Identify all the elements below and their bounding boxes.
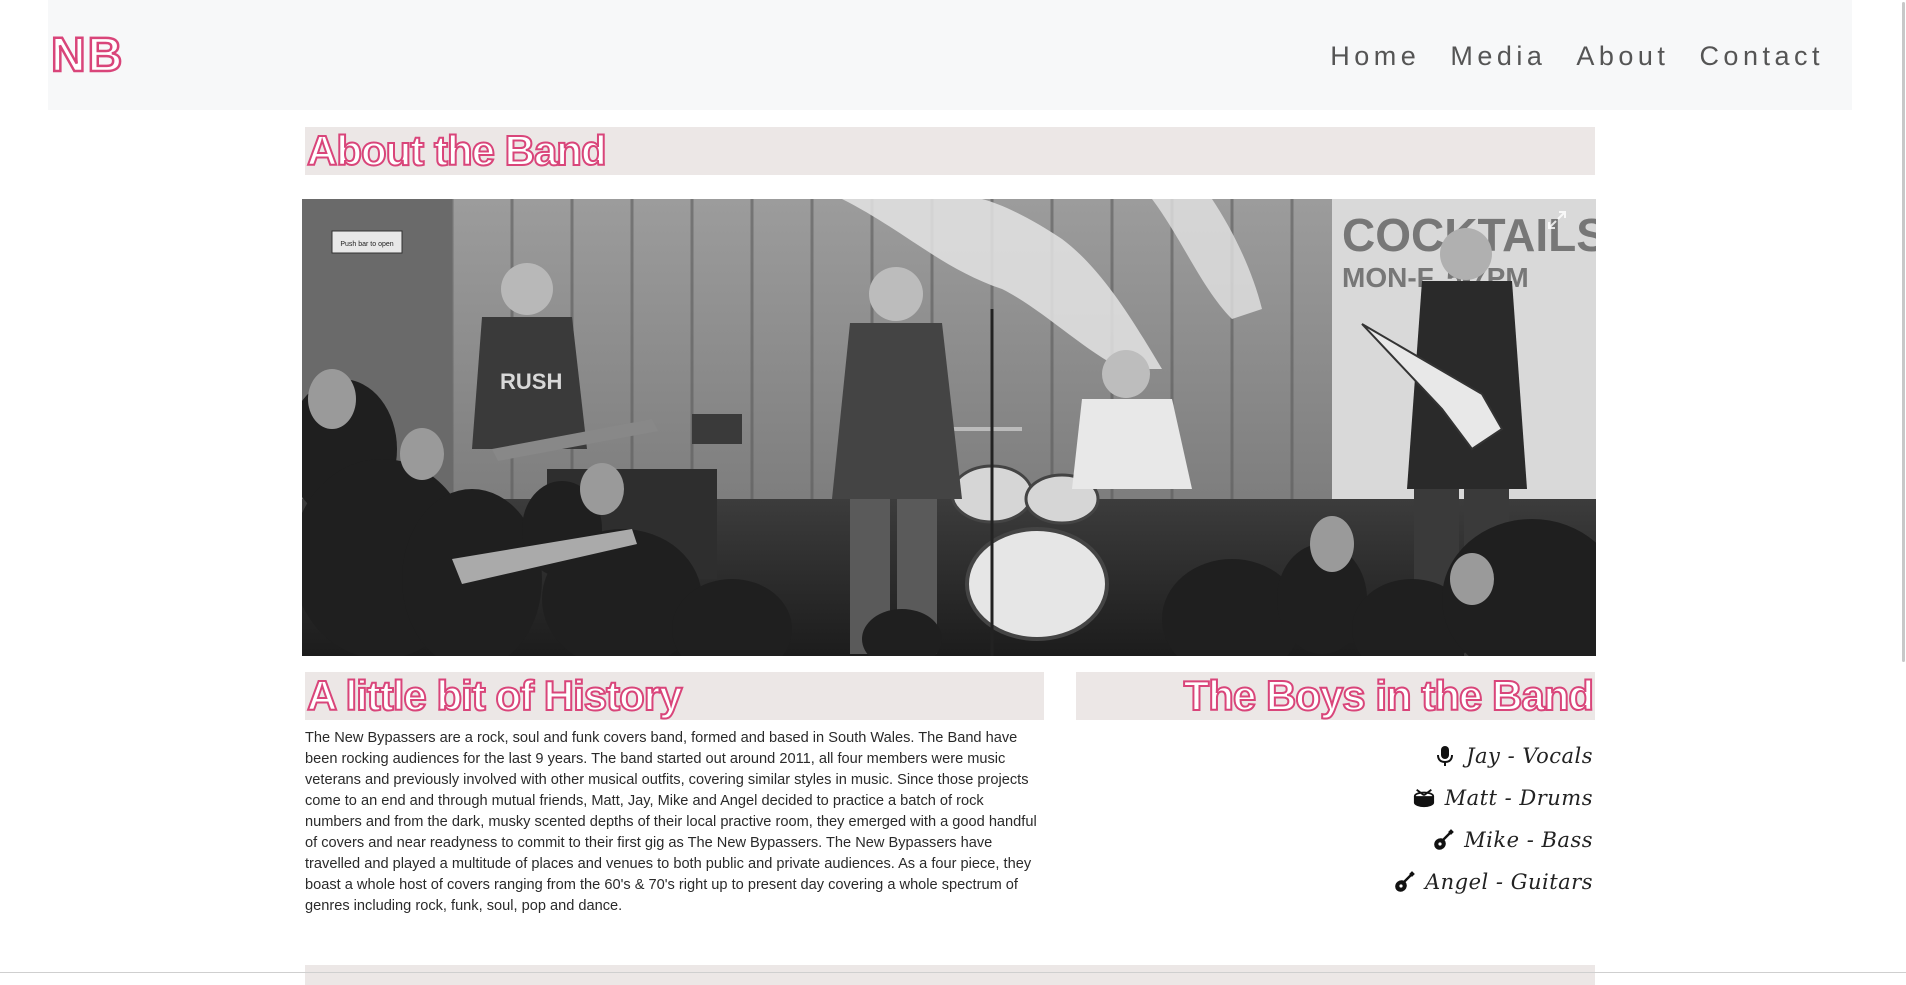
microphone-icon	[1437, 746, 1454, 766]
member-label: Mike - Bass	[1464, 828, 1593, 852]
shirt-text: RUSH	[500, 369, 562, 394]
band-photo-illustration: Push bar to open COCKTAILS MON-F. 5-7PM …	[302, 199, 1596, 656]
history-paragraph: The New Bypassers are a rock, soul and f…	[305, 730, 1037, 914]
nav-link-home[interactable]: Home	[1330, 38, 1420, 74]
band-members-list: Jay - Vocals Matt - Drums Mike - Bass An…	[1076, 735, 1593, 903]
divider	[0, 972, 1906, 973]
nav-links: Home Media About Contact	[1330, 38, 1824, 74]
exit-sign-text: Push bar to open	[340, 241, 393, 248]
member-matt: Matt - Drums	[1076, 777, 1593, 819]
about-heading: About the Band	[305, 127, 1595, 175]
guitar-icon	[1395, 871, 1415, 892]
nav-link-contact[interactable]: Contact	[1699, 38, 1824, 74]
brand-logo[interactable]: NB	[50, 28, 124, 84]
nav-link-about[interactable]: About	[1576, 38, 1669, 74]
member-mike: Mike - Bass	[1076, 819, 1593, 861]
member-angel: Angel - Guitars	[1076, 861, 1593, 903]
member-label: Matt - Drums	[1444, 786, 1593, 810]
member-jay: Jay - Vocals	[1076, 735, 1593, 777]
guitar-icon	[1434, 829, 1455, 850]
scrollbar[interactable]	[1898, 0, 1906, 975]
drum-icon	[1413, 789, 1434, 808]
band-members-heading: The Boys in the Band	[1076, 672, 1595, 720]
nav-link-media[interactable]: Media	[1450, 38, 1546, 74]
expand-icon[interactable]	[1546, 209, 1568, 231]
next-section-heading	[305, 965, 1595, 985]
scrollbar-thumb[interactable]	[1902, 2, 1905, 662]
navbar: NB Home Media About Contact	[48, 0, 1852, 110]
history-heading: A little bit of History	[305, 672, 1044, 720]
band-photo[interactable]: Push bar to open COCKTAILS MON-F. 5-7PM …	[302, 199, 1596, 656]
member-label: Jay - Vocals	[1466, 744, 1593, 768]
member-label: Angel - Guitars	[1424, 870, 1593, 894]
